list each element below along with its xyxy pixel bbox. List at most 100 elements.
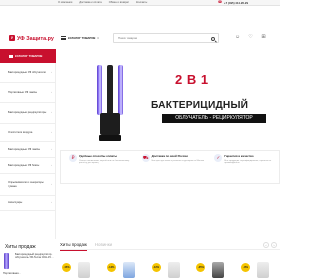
top-link[interactable]: Обмен и возврат	[109, 1, 129, 4]
banner-badge: 2 В 1	[175, 72, 209, 87]
chevron-left-icon[interactable]: ‹	[263, 242, 269, 248]
top-links: О компании Доставка и оплата Обмен и воз…	[58, 1, 147, 4]
chevron-right-icon: ›	[51, 182, 52, 186]
features-strip: ₽ Удобные способы оплаты Оплата наличным…	[60, 150, 280, 184]
chevron-right-icon: ›	[51, 111, 52, 115]
chevron-down-icon: ▾	[97, 36, 99, 40]
sidebar-item[interactable]: Опрыскиватели и генераторы тумана ›	[0, 174, 55, 196]
sidebar-hits-heading: Хиты продаж	[5, 244, 36, 250]
chevron-right-icon: ›	[51, 147, 52, 151]
discount-badge: -13%	[106, 263, 116, 272]
product-card[interactable]: -13%	[105, 254, 146, 280]
sidebar-item-label: Опрыскиватели и генераторы тумана	[8, 181, 44, 188]
feature-title: Доставка по всей России	[151, 154, 188, 158]
search-icon[interactable]	[211, 36, 215, 41]
chevron-right-icon: ›	[51, 90, 52, 94]
tab-hits[interactable]: Хиты продаж	[60, 242, 87, 251]
sidebar-item-label: Портативные УФ лампы	[8, 90, 37, 94]
chevron-right-icon: ›	[51, 163, 52, 167]
sidebar-item[interactable]: Бактерицидные рециркуляторы ›	[0, 103, 55, 124]
search-input[interactable]	[114, 36, 206, 40]
chevron-right-icon[interactable]: ›	[271, 242, 277, 248]
product-image	[78, 262, 90, 278]
chevron-right-icon: ›	[51, 70, 52, 74]
phone-number[interactable]: +7 (495) 414-26-29	[224, 1, 248, 5]
sidebar-item-label: Бактерицидные УФ боксы	[8, 163, 40, 167]
menu-icon	[9, 54, 13, 58]
device-column	[107, 65, 113, 115]
sidebar-item[interactable]: Аксессуары ›	[0, 196, 55, 211]
sidebar-item-label: Бактерицидные УФ лампы	[8, 147, 40, 151]
feature-delivery: ⛟ Доставка по всей России Быстрая достав…	[134, 151, 207, 183]
sidebar-item-label: Бактерицидные рециркуляторы	[8, 111, 47, 115]
sidebar-item[interactable]: Бактерицидные УФ облучатели ›	[0, 63, 55, 83]
logo-icon[interactable]: У	[9, 35, 15, 41]
top-link[interactable]: Доставка и оплата	[79, 1, 101, 4]
product-card[interactable]: -25%	[194, 254, 235, 280]
feature-title: Гарантия и качество	[224, 154, 254, 158]
sidebar-item-label: Бактерицидные УФ облучатели	[8, 70, 46, 74]
uv-lamp	[97, 65, 102, 115]
logo-text[interactable]: УФ Защита.ру	[17, 36, 54, 42]
product-title[interactable]: Портативная...	[3, 272, 21, 275]
top-link[interactable]: Контакты	[136, 1, 147, 4]
product-title[interactable]: Бактерицидный рециркулятор-облучатель УФ…	[15, 253, 55, 259]
banner-title: БАКТЕРИЦИДНЫЙ	[151, 100, 249, 111]
sidebar-hits: Хиты продаж Бактерицидный рециркулятор-о…	[0, 244, 56, 280]
sidebar-item[interactable]: Бактерицидные УФ боксы ›	[0, 158, 55, 174]
cart-icon[interactable]: ⊞	[260, 34, 267, 41]
tab-new[interactable]: Новинки	[95, 242, 112, 249]
sidebar-hit-product[interactable]: Бактерицидный рециркулятор-облучатель УФ…	[3, 253, 55, 271]
wallet-icon: ₽	[69, 154, 77, 162]
sidebar-item-label: Аксессуары	[8, 201, 23, 205]
sidebar-item[interactable]: Очистители воздуха ›	[0, 124, 55, 142]
menu-icon	[61, 36, 66, 40]
chevron-right-icon: ›	[51, 201, 52, 205]
feature-desc: Оплата наличными, картой или по безналич…	[79, 159, 130, 165]
discount-badge: -12%	[151, 263, 161, 272]
feature-desc: Вся продукция сертифицирована, гарантия …	[224, 159, 272, 165]
catalog-button[interactable]: КАТАЛОГ ТОВАРОВ ▾	[59, 33, 109, 43]
header: У УФ Защита.ру КАТАЛОГ ТОВАРОВ ▾ ☺ ♡ ⊞	[0, 8, 280, 48]
product-image	[122, 262, 135, 278]
sidebar-item[interactable]: Бактерицидные УФ лампы ›	[0, 142, 55, 158]
feature-title: Удобные способы оплаты	[79, 154, 117, 158]
truck-icon: ⛟	[141, 154, 150, 162]
product-carousel: -15% -13% -12% -25% -8%	[60, 254, 280, 280]
banner-subtitle: ОБЛУЧАТЕЛЬ - РЕЦИРКУЛЯТОР	[162, 114, 266, 123]
discount-badge: -25%	[196, 263, 206, 272]
top-bar: О компании Доставка и оплата Обмен и воз…	[0, 0, 280, 6]
product-image	[257, 262, 270, 278]
device-base	[100, 113, 120, 135]
catalog-heading-label: КАТАЛОГ ТОВАРОВ	[15, 54, 43, 58]
search-box	[113, 33, 219, 43]
product-image	[167, 262, 180, 278]
catalog-sidebar: КАТАЛОГ ТОВАРОВ Бактерицидные УФ облучат…	[0, 49, 56, 239]
feature-desc: Быстрая доставка в регионы и курьером по…	[151, 159, 205, 162]
product-thumbnail	[4, 253, 9, 269]
product-card[interactable]: -12%	[150, 254, 191, 280]
product-image	[212, 262, 225, 278]
sidebar-item-label: Очистители воздуха	[8, 130, 33, 134]
product-card[interactable]: -15%	[60, 254, 101, 280]
user-icon[interactable]: ☺	[234, 34, 241, 41]
hero-banner[interactable]: 2 В 1 БАКТЕРИЦИДНЫЙ ОБЛУЧАТЕЛЬ - РЕЦИРКУ…	[60, 49, 280, 145]
product-tabs: Хиты продаж Новинки ‹ ›	[60, 242, 280, 251]
device-foot	[99, 135, 121, 141]
feature-warranty: ✓ Гарантия и качество Вся продукция серт…	[206, 151, 279, 183]
discount-badge: -15%	[62, 263, 71, 272]
top-link[interactable]: О компании	[58, 1, 72, 4]
header-icons: ☺ ♡ ⊞	[234, 34, 267, 41]
uv-recirculator-image	[96, 65, 124, 143]
phone-icon: ☎	[218, 0, 223, 5]
chevron-right-icon: ›	[51, 130, 52, 134]
catalog-heading[interactable]: КАТАЛОГ ТОВАРОВ	[0, 49, 56, 63]
discount-badge: -8%	[241, 263, 251, 272]
carousel-arrows: ‹ ›	[263, 242, 277, 248]
sidebar-item[interactable]: Портативные УФ лампы ›	[0, 83, 55, 103]
product-card[interactable]: -8%	[239, 254, 280, 280]
heart-icon[interactable]: ♡	[247, 34, 254, 41]
feature-payment: ₽ Удобные способы оплаты Оплата наличным…	[61, 151, 134, 183]
shield-icon: ✓	[214, 154, 223, 162]
uv-lamp	[118, 65, 123, 115]
